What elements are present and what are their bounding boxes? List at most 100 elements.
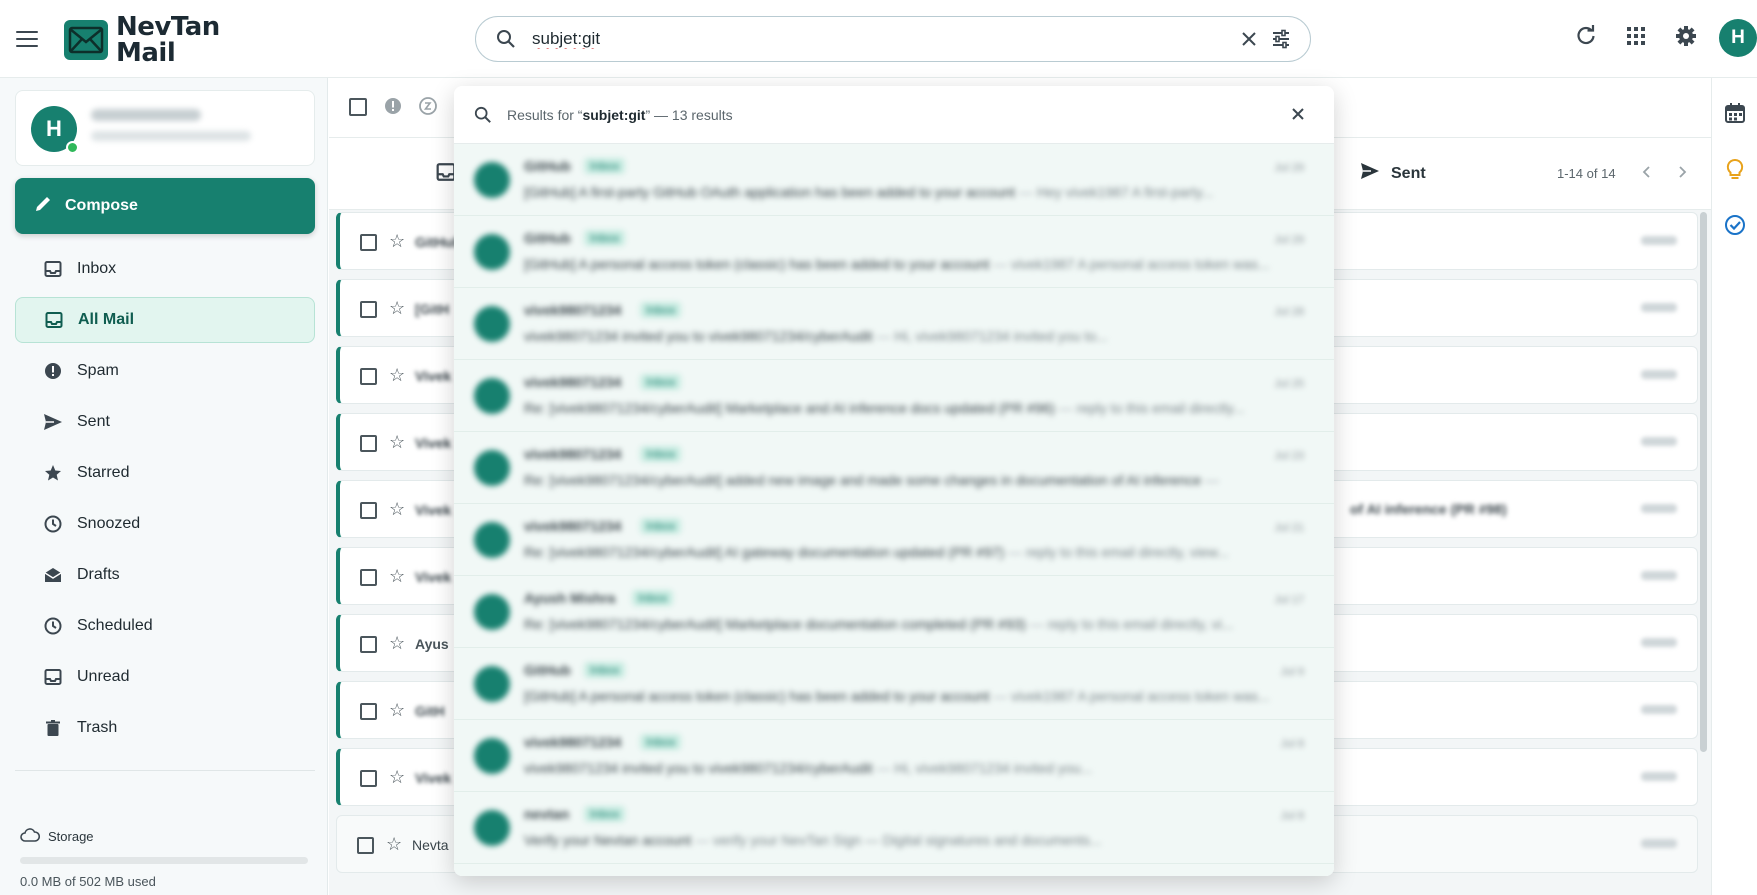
star-outline-icon[interactable]: ☆ [389,633,405,654]
sidebar-item-spam[interactable]: Spam [15,348,315,394]
top-bar: NevTan Mail H [0,0,1757,78]
row-checkbox[interactable] [360,703,377,720]
row-date [1641,772,1677,781]
search-result-item[interactable]: vivek98071234 Inbox vivek98071234 invited … [454,720,1334,792]
report-spam-icon[interactable] [383,96,403,121]
star-outline-icon[interactable]: ☆ [389,566,405,587]
result-snippet: Hi, vivek98071234 invited you... [894,760,1093,776]
star-outline-icon[interactable]: ☆ [389,700,405,721]
search-result-item[interactable]: nevtan Inbox Verify your Nevtan account — … [454,792,1334,864]
row-checkbox[interactable] [360,368,377,385]
tab-sent[interactable]: Sent [1359,162,1426,185]
user-avatar[interactable]: H [1719,19,1757,57]
star-outline-icon[interactable]: ☆ [389,499,405,520]
close-results-icon[interactable] [1288,104,1308,129]
chevron-right-icon[interactable] [1674,164,1690,185]
row-date [1641,705,1677,714]
keep-lightbulb-icon[interactable] [1724,158,1746,187]
sidebar-item-starred[interactable]: Starred [15,450,315,496]
results-count: ” — 13 results [645,107,733,123]
row-checkbox[interactable] [360,569,377,586]
result-avatar [474,162,510,198]
search-result-item[interactable]: vivek98071234 Inbox vivek98071234 invited … [454,288,1334,360]
result-date: Jul 8 [1280,738,1304,750]
search-results-header: Results for “subjet:git” — 13 results [454,86,1334,144]
sidebar-item-trash[interactable]: Trash [15,705,315,751]
sidebar-item-scheduled[interactable]: Scheduled [15,603,315,649]
result-sender: GitHub [524,158,571,174]
row-checkbox[interactable] [360,234,377,251]
row-sender: Ayus [415,636,449,652]
result-subject: Re: [vivek98071234/cyberAudit] AI gatewa… [524,544,1229,560]
tasks-check-icon[interactable] [1724,214,1746,241]
result-subject-text: Re: [vivek98071234/cyberAudit] Marketpla… [524,616,1026,632]
search-result-item[interactable]: vivek98071234 Inbox Re: [vivek98071234/cyb… [454,360,1334,432]
result-folder-badge: Inbox [584,662,626,678]
search-result-item[interactable]: Ayush Mishra Inbox Re: [vivek98071234/cybe… [454,576,1334,648]
search-options-icon[interactable] [1270,28,1292,55]
result-date: Jul 28 [1274,306,1304,318]
storage-used-text: 0.0 MB of 502 MB used [20,874,156,889]
star-outline-icon[interactable]: ☆ [389,298,405,319]
result-folder-badge: Inbox [584,230,626,246]
list-scrollbar[interactable] [1700,212,1707,752]
search-result-item[interactable]: vivek98071234 Inbox Re: [vivek98071234/cyb… [454,504,1334,576]
calendar-icon[interactable] [1724,102,1746,129]
star-outline-icon[interactable]: ☆ [386,834,402,855]
sidebar-item-inbox[interactable]: Inbox [15,246,315,292]
sidebar-item-label: Sent [77,413,110,430]
sidebar-item-drafts[interactable]: Drafts [15,552,315,598]
apps-grid-icon[interactable] [1624,24,1648,53]
sidebar-item-sent[interactable]: Sent [15,399,315,445]
scheduled-icon [43,616,63,636]
hamburger-menu-icon[interactable] [16,24,46,54]
sidebar-item-label: Unread [77,668,130,685]
account-card[interactable]: H [15,90,315,166]
star-outline-icon[interactable]: ☆ [389,231,405,252]
search-results-summary: Results for “subjet:git” — 13 results [507,107,733,123]
compose-button[interactable]: Compose [15,178,315,234]
spam-icon [43,361,63,381]
row-checkbox[interactable] [360,301,377,318]
select-all-checkbox[interactable] [349,98,367,116]
search-result-item[interactable]: GitHub Inbox [GitHub] A personal access to… [454,216,1334,288]
star-outline-icon[interactable]: ☆ [389,767,405,788]
row-checkbox[interactable] [360,435,377,452]
pagination-text: 1-14 of 14 [1557,166,1616,181]
sidebar-item-snoozed[interactable]: Snoozed [15,501,315,547]
refresh-icon[interactable] [1574,24,1598,53]
tab-sent-label: Sent [1391,164,1426,182]
search-result-item[interactable]: vivek98071234 Inbox Re: [vivek98071234/cyb… [454,432,1334,504]
row-checkbox[interactable] [360,502,377,519]
search-input[interactable] [532,26,1192,52]
star-outline-icon[interactable]: ☆ [389,365,405,386]
result-sender: GitHub [524,230,571,246]
storage-label-row: Storage [20,828,310,845]
search-result-item[interactable]: GitHub Inbox [GitHub] A personal access to… [454,648,1334,720]
logo[interactable]: NevTan Mail [64,14,220,66]
search-bar[interactable] [475,16,1311,62]
result-subject: Re: [vivek98071234/cyberAudit] Marketpla… [524,616,1234,632]
clear-search-icon[interactable] [1238,28,1260,55]
row-checkbox[interactable] [357,837,374,854]
result-date: Jul 29 [1274,162,1304,174]
result-date: Jul 17 [1274,594,1304,606]
sidebar-item-all-mail[interactable]: All Mail [15,297,315,343]
row-date [1641,504,1677,513]
row-checkbox[interactable] [360,636,377,653]
result-snippet: reply to this email directly, view... [1025,544,1229,560]
inbox-tab-icon[interactable] [436,162,456,187]
search-results-list: GitHub Inbox [GitHub] A first-party GitHub… [454,144,1334,876]
row-checkbox[interactable] [360,770,377,787]
snooze-icon[interactable] [418,96,438,121]
result-subject-text: [GitHub] A first-party GitHub OAuth appl… [524,184,1016,200]
sidebar-item-unread[interactable]: Unread [15,654,315,700]
star-outline-icon[interactable]: ☆ [389,432,405,453]
settings-gear-icon[interactable] [1674,24,1698,53]
sidebar-nav: Inbox All Mail Spam Sent Starred Snoozed… [15,246,315,756]
result-avatar [474,666,510,702]
storage-progress-bar [20,857,308,864]
result-sender: Ayush Mishra [524,590,616,606]
search-result-item[interactable]: GitHub Inbox [GitHub] A first-party GitHub… [454,144,1334,216]
chevron-left-icon[interactable] [1639,164,1655,185]
